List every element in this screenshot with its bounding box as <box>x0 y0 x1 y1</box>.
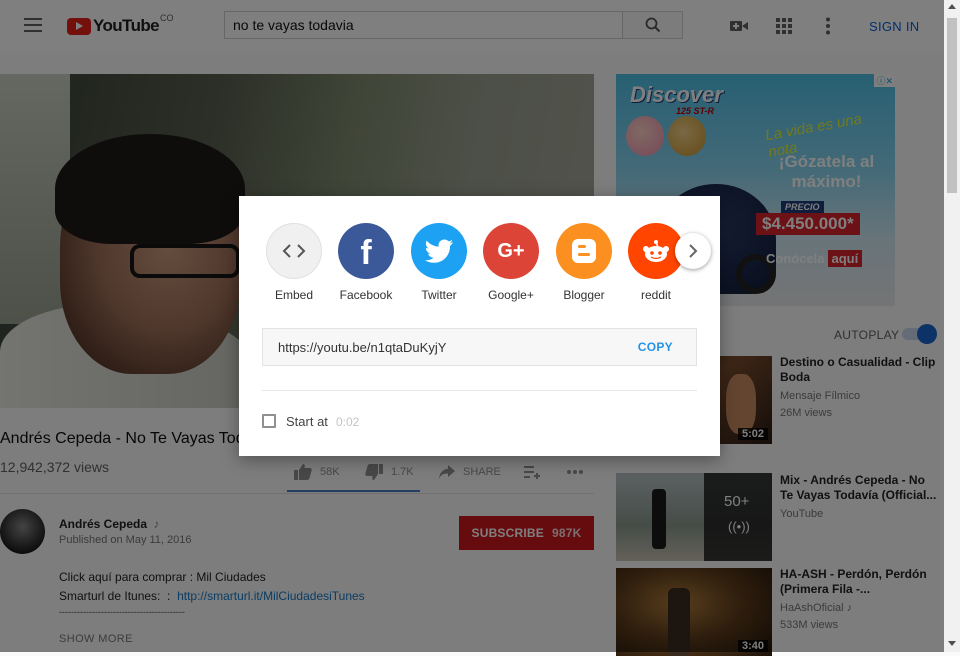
share-twitter[interactable]: Twitter <box>403 223 475 302</box>
blogger-icon <box>556 223 612 279</box>
scrollbar-thumb[interactable] <box>947 18 957 193</box>
copy-button[interactable]: COPY <box>638 340 673 354</box>
scroll-up-arrow-icon[interactable] <box>948 4 956 9</box>
start-at-checkbox[interactable] <box>262 414 276 428</box>
start-at-label: Start at <box>286 414 328 429</box>
facebook-icon: f <box>338 223 394 279</box>
scroll-down-arrow-icon[interactable] <box>948 641 956 646</box>
share-blogger[interactable]: Blogger <box>548 223 620 302</box>
chevron-right-icon <box>689 244 698 258</box>
share-google-plus[interactable]: G+ Google+ <box>475 223 547 302</box>
google-plus-icon: G+ <box>483 223 539 279</box>
share-next-button[interactable] <box>675 233 711 269</box>
share-label: Embed <box>274 288 314 302</box>
twitter-icon <box>411 223 467 279</box>
share-embed[interactable]: Embed <box>258 223 330 302</box>
share-label: Blogger <box>563 288 605 302</box>
embed-icon <box>266 223 322 279</box>
share-facebook[interactable]: f Facebook <box>330 223 402 302</box>
share-label: Twitter <box>421 288 457 302</box>
share-label: Google+ <box>488 288 534 302</box>
share-dialog: Embed f Facebook Twitter G+ Google+ Blog… <box>239 196 720 456</box>
share-label: reddit <box>640 288 672 302</box>
share-label: Facebook <box>339 288 393 302</box>
start-time-input[interactable]: 0:02 <box>336 415 359 429</box>
share-url[interactable]: https://youtu.be/n1qtaDuKyjY <box>278 340 446 355</box>
divider <box>262 390 697 391</box>
share-url-box: https://youtu.be/n1qtaDuKyjY COPY <box>262 328 697 366</box>
